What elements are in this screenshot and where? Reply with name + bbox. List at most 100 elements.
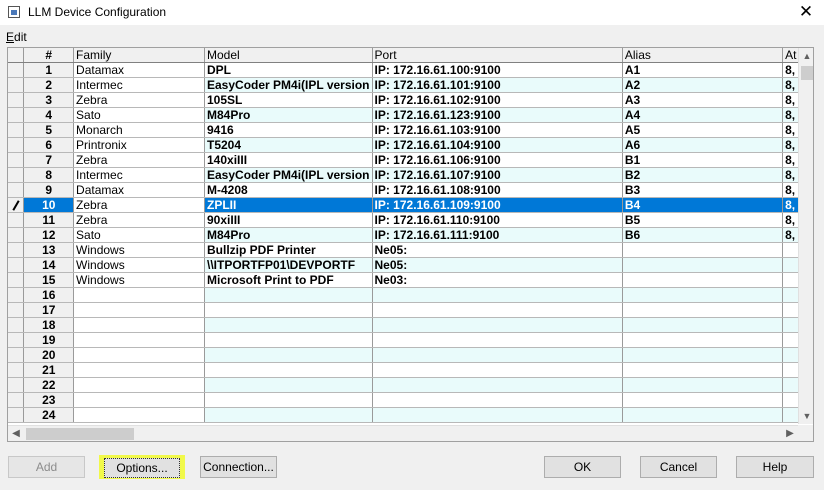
cell-family[interactable]: Printronix xyxy=(73,137,205,153)
table-row[interactable]: 14 Windows \\ITPORTFP01\DEVPORTF Ne05: xyxy=(8,257,813,273)
cell-model[interactable]: 90xiIII xyxy=(204,212,373,228)
row-selector[interactable] xyxy=(8,257,25,273)
cell-alias[interactable]: B2 xyxy=(622,167,784,183)
cell-port[interactable]: IP: 172.16.61.111:9100 xyxy=(372,227,623,243)
connection-button[interactable]: Connection... xyxy=(200,456,277,478)
cell-port[interactable] xyxy=(372,377,623,393)
cell-alias[interactable]: B4 xyxy=(622,197,784,213)
options-button[interactable]: Options... xyxy=(104,458,180,478)
cell-alias[interactable] xyxy=(622,362,784,378)
cell-alias[interactable] xyxy=(622,347,784,363)
table-row[interactable]: 16 xyxy=(8,287,813,303)
cell-alias[interactable] xyxy=(622,257,784,273)
cell-family[interactable] xyxy=(73,332,205,348)
cell-port[interactable] xyxy=(372,332,623,348)
cell-family[interactable] xyxy=(73,377,205,393)
row-selector[interactable] xyxy=(8,197,25,213)
cell-family[interactable]: Intermec xyxy=(73,167,205,183)
table-row[interactable]: 10 Zebra ZPLII IP: 172.16.61.109:9100 B4 8, xyxy=(8,197,813,213)
cell-port[interactable] xyxy=(372,392,623,408)
cell-model[interactable]: 105SL xyxy=(204,92,373,108)
scroll-left-icon[interactable]: ◀ xyxy=(8,426,24,441)
row-selector[interactable] xyxy=(8,287,25,303)
column-header-alias[interactable]: Alias xyxy=(622,48,784,63)
cell-port[interactable]: IP: 172.16.61.108:9100 xyxy=(372,182,623,198)
cell-family[interactable] xyxy=(73,302,205,318)
cell-alias[interactable] xyxy=(622,407,784,423)
cell-port[interactable]: IP: 172.16.61.123:9100 xyxy=(372,107,623,123)
table-row[interactable]: 19 xyxy=(8,332,813,348)
cell-family[interactable]: Zebra xyxy=(73,92,205,108)
menu-edit[interactable]: Edit xyxy=(6,30,27,44)
cell-alias[interactable]: A3 xyxy=(622,92,784,108)
cell-model[interactable]: M84Pro xyxy=(204,227,373,243)
vertical-scrollbar[interactable]: ▲ ▼ xyxy=(798,48,813,424)
table-row[interactable]: 21 xyxy=(8,362,813,378)
cell-model[interactable] xyxy=(204,392,373,408)
table-row[interactable]: 17 xyxy=(8,302,813,318)
row-selector[interactable] xyxy=(8,362,25,378)
cell-port[interactable]: IP: 172.16.61.102:9100 xyxy=(372,92,623,108)
row-selector[interactable] xyxy=(8,377,25,393)
cell-port[interactable] xyxy=(372,302,623,318)
cancel-button[interactable]: Cancel xyxy=(640,456,717,478)
table-row[interactable]: 9 Datamax M-4208 IP: 172.16.61.108:9100 B3 8, xyxy=(8,182,813,198)
cell-alias[interactable] xyxy=(622,287,784,303)
row-selector[interactable] xyxy=(8,227,25,243)
column-header-family[interactable]: Family xyxy=(73,48,205,63)
cell-port[interactable] xyxy=(372,362,623,378)
close-icon[interactable]: ✕ xyxy=(794,2,818,22)
row-selector[interactable] xyxy=(8,122,25,138)
cell-port[interactable]: Ne03: xyxy=(372,272,623,288)
scroll-right-icon[interactable]: ▶ xyxy=(782,426,798,441)
cell-model[interactable] xyxy=(204,407,373,423)
row-selector[interactable] xyxy=(8,272,25,288)
cell-model[interactable]: DPL xyxy=(204,62,373,78)
column-header-num[interactable]: # xyxy=(23,48,75,63)
cell-family[interactable]: Windows xyxy=(73,242,205,258)
table-row[interactable]: 4 Sato M84Pro IP: 172.16.61.123:9100 A4 8, xyxy=(8,107,813,123)
column-header-model[interactable]: Model xyxy=(204,48,373,63)
cell-alias[interactable]: B5 xyxy=(622,212,784,228)
row-selector[interactable] xyxy=(8,182,25,198)
scroll-down-icon[interactable]: ▼ xyxy=(799,408,813,424)
cell-model[interactable]: M-4208 xyxy=(204,182,373,198)
cell-model[interactable] xyxy=(204,302,373,318)
table-row[interactable]: 20 xyxy=(8,347,813,363)
row-selector[interactable] xyxy=(8,332,25,348)
cell-port[interactable]: Ne05: xyxy=(372,242,623,258)
cell-model[interactable]: Bullzip PDF Printer xyxy=(204,242,373,258)
table-row[interactable]: 2 Intermec EasyCoder PM4i(IPL version IP: 1… xyxy=(8,77,813,93)
cell-model[interactable]: T5204 xyxy=(204,137,373,153)
cell-model[interactable]: EasyCoder PM4i(IPL version xyxy=(204,167,373,183)
table-row[interactable]: 22 xyxy=(8,377,813,393)
cell-port[interactable] xyxy=(372,287,623,303)
cell-family[interactable]: Windows xyxy=(73,257,205,273)
cell-family[interactable]: Monarch xyxy=(73,122,205,138)
cell-alias[interactable] xyxy=(622,242,784,258)
horizontal-scrollbar[interactable]: ◀ ▶ xyxy=(8,425,798,441)
cell-family[interactable]: Sato xyxy=(73,107,205,123)
cell-model[interactable] xyxy=(204,317,373,333)
cell-family[interactable] xyxy=(73,407,205,423)
device-grid[interactable]: # Family Model Port Alias At 1 Datamax DPL… xyxy=(7,47,814,442)
cell-family[interactable] xyxy=(73,287,205,303)
vertical-scroll-thumb[interactable] xyxy=(801,66,813,80)
cell-model[interactable]: Microsoft Print to PDF xyxy=(204,272,373,288)
cell-family[interactable]: Sato xyxy=(73,227,205,243)
row-selector[interactable] xyxy=(8,152,25,168)
table-row[interactable]: 5 Monarch 9416 IP: 172.16.61.103:9100 A5 8, xyxy=(8,122,813,138)
cell-alias[interactable]: B6 xyxy=(622,227,784,243)
row-selector[interactable] xyxy=(8,407,25,423)
row-selector[interactable] xyxy=(8,77,25,93)
cell-alias[interactable] xyxy=(622,392,784,408)
cell-alias[interactable]: B1 xyxy=(622,152,784,168)
cell-family[interactable]: Datamax xyxy=(73,62,205,78)
table-row[interactable]: 15 Windows Microsoft Print to PDF Ne03: xyxy=(8,272,813,288)
cell-port[interactable]: IP: 172.16.61.103:9100 xyxy=(372,122,623,138)
cell-alias[interactable]: A2 xyxy=(622,77,784,93)
cell-port[interactable] xyxy=(372,317,623,333)
cell-family[interactable] xyxy=(73,392,205,408)
cell-alias[interactable]: A5 xyxy=(622,122,784,138)
column-header-port[interactable]: Port xyxy=(372,48,623,63)
